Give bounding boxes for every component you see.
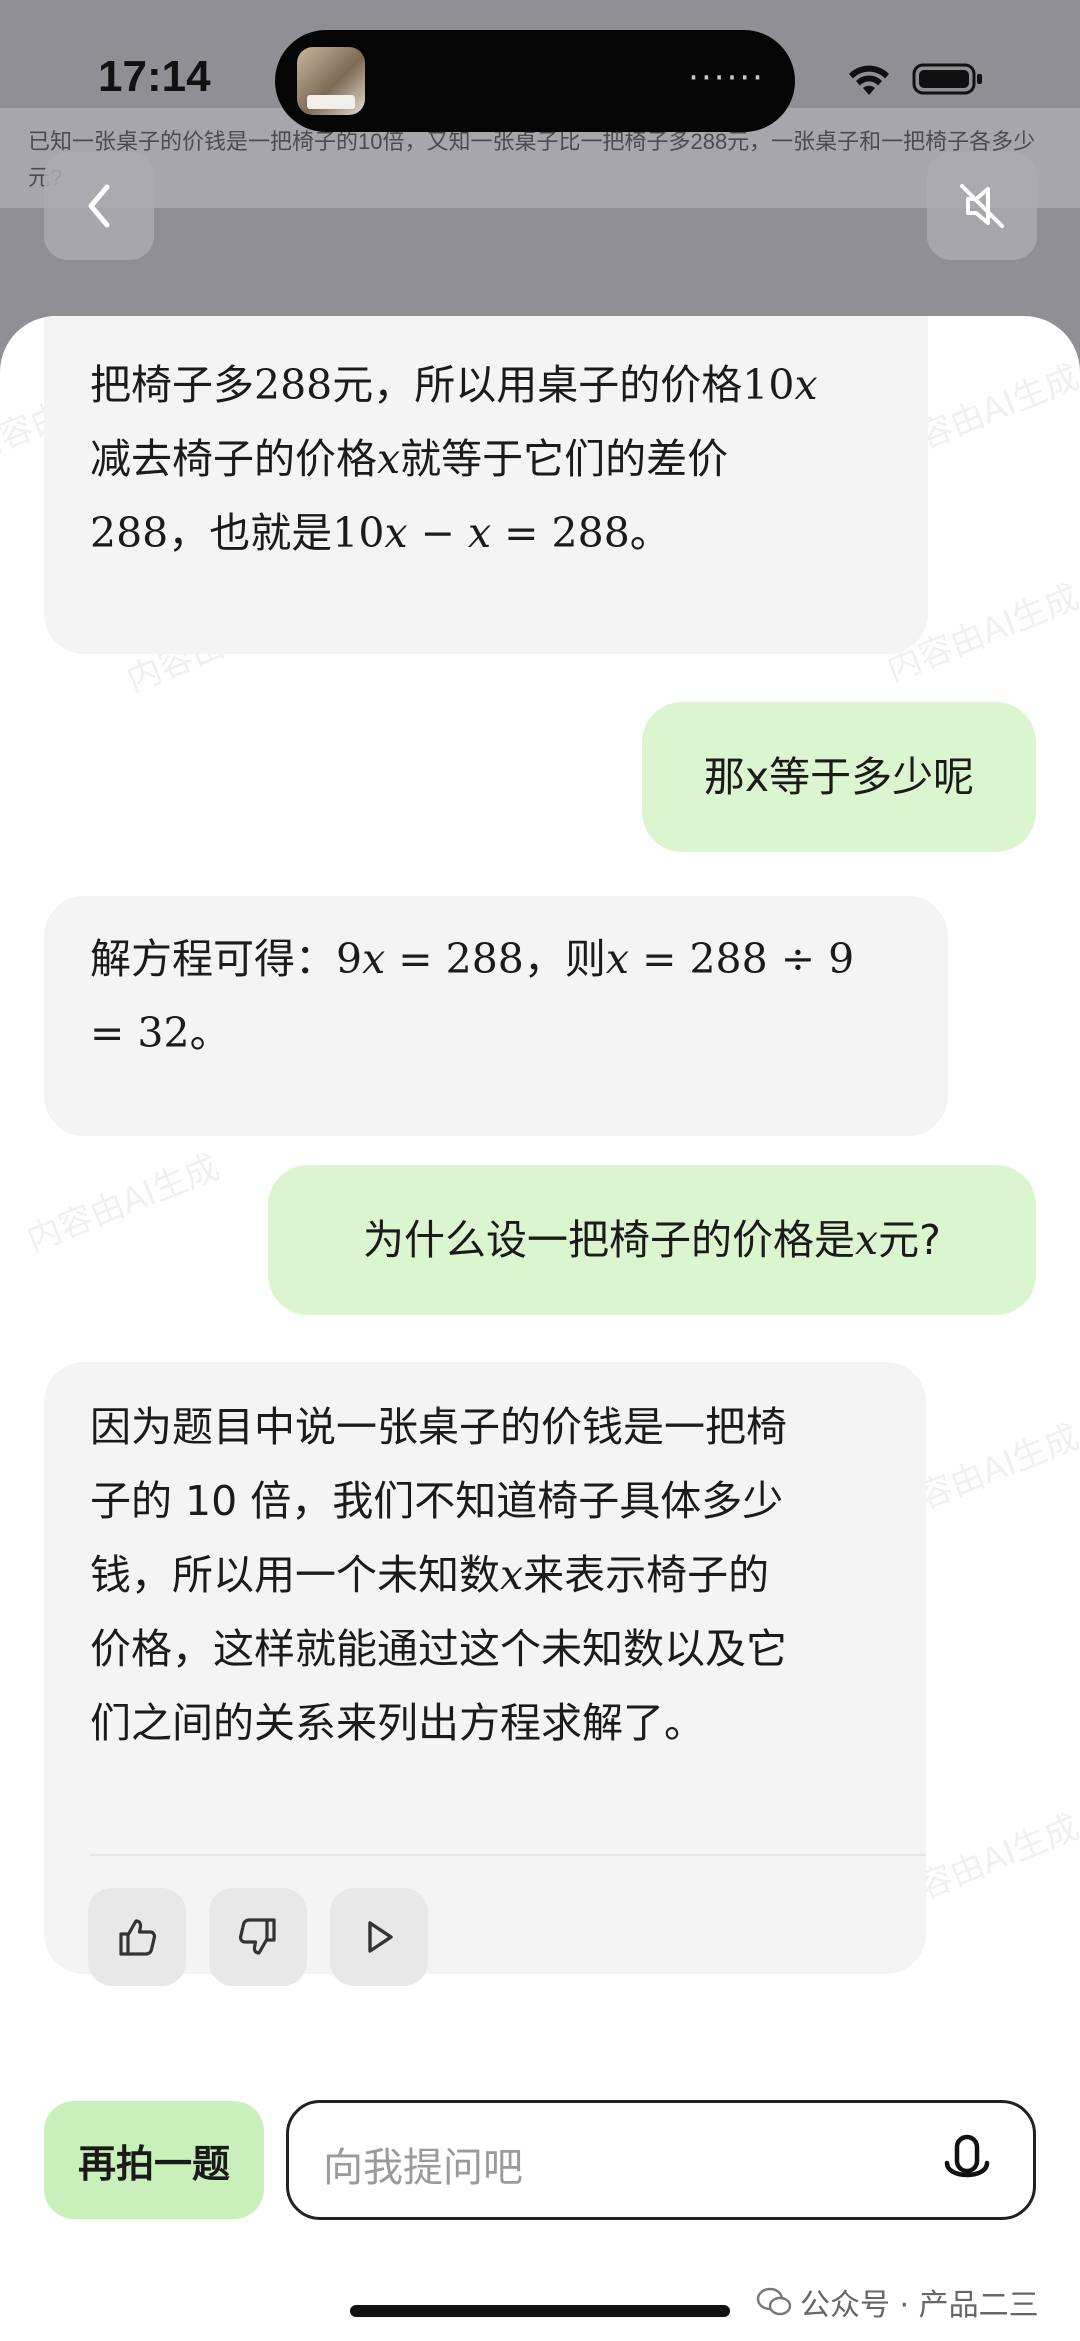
chat-sheet: 内容由AI生成 内容由AI生成 内容由AI生成 内容由AI生成 内容由AI生成 … (0, 316, 1080, 2341)
text-line: 288，也就是10x − x = 288。 (90, 509, 671, 557)
message-text: 因为题目中说一张桌子的价钱是一把椅 子的 10 倍，我们不知道椅子具体多少 钱，… (90, 1390, 787, 1760)
play-icon (368, 1921, 393, 1953)
ai-message: 解方程可得：9x = 288，则x = 288 ÷ 9 = 32。 (44, 896, 948, 1136)
message-text: 那x等于多少呢 (703, 753, 975, 801)
home-indicator[interactable] (350, 2305, 730, 2317)
status-bar: 17:14 ······ (0, 0, 1080, 160)
watermark: 内容由AI生成 (21, 1147, 225, 1261)
play-button[interactable] (330, 1888, 428, 1986)
text-line: 因为题目中说一张桌子的价钱是一把椅 (90, 1403, 787, 1451)
ai-message: 因为题目中说一张桌子的价钱是一把椅 子的 10 倍，我们不知道椅子具体多少 钱，… (44, 1362, 926, 1986)
speaker-muted-icon (960, 184, 1004, 228)
dislike-button[interactable] (209, 1888, 307, 1986)
battery-icon (912, 63, 982, 95)
retake-photo-button[interactable]: 再拍一题 (44, 2101, 264, 2219)
divider (90, 1854, 926, 1856)
text-line: 价格，这样就能通过这个未知数以及它 (90, 1625, 787, 1673)
user-message: 那x等于多少呢 (642, 702, 1036, 852)
mute-button[interactable] (927, 152, 1037, 260)
microphone-icon[interactable] (941, 2133, 993, 2193)
question-input[interactable]: 向我提问吧 (286, 2100, 1036, 2220)
chevron-left-icon (88, 184, 110, 228)
wechat-icon (756, 2287, 792, 2316)
message-text: 为什么设一把椅子的价格是x元? (363, 1216, 941, 1264)
text-line: 解方程可得：9x = 288，则x = 288 ÷ 9 (90, 935, 855, 983)
text-line: = 32。 (90, 1009, 231, 1057)
island-dots: ······ (688, 58, 765, 98)
ai-message: 把椅子多288元，所以用桌子的价格10x 减去椅子的价格x就等于它们的差价 28… (44, 316, 928, 654)
text-line: 减去椅子的价格x就等于它们的差价 (90, 435, 729, 483)
back-button[interactable] (44, 152, 154, 260)
input-placeholder: 向我提问吧 (323, 2145, 523, 2191)
text-line: 们之间的关系来列出方程求解了。 (90, 1699, 705, 1747)
user-message: 为什么设一把椅子的价格是x元? (268, 1165, 1036, 1315)
text-line: 把椅子多288元，所以用桌子的价格10x (90, 361, 818, 409)
text-line: 子的 10 倍，我们不知道椅子具体多少 (90, 1477, 784, 1525)
message-text: 把椅子多288元，所以用桌子的价格10x 减去椅子的价格x就等于它们的差价 28… (90, 348, 818, 570)
footer-credit: 公众号 · 产品二三 (756, 2280, 1039, 2324)
thumbs-up-icon (119, 1919, 157, 1956)
wifi-icon (849, 65, 889, 95)
dynamic-island[interactable]: ······ (275, 30, 795, 132)
status-time: 17:14 (98, 52, 211, 101)
credit-text: 公众号 · 产品二三 (800, 2288, 1039, 2323)
text-line: 钱，所以用一个未知数x来表示椅子的 (90, 1551, 770, 1599)
message-text: 解方程可得：9x = 288，则x = 288 ÷ 9 = 32。 (90, 922, 854, 1070)
live-activity-thumbnail (297, 47, 365, 115)
like-button[interactable] (88, 1888, 186, 1986)
thumbs-down-icon (238, 1918, 276, 1955)
